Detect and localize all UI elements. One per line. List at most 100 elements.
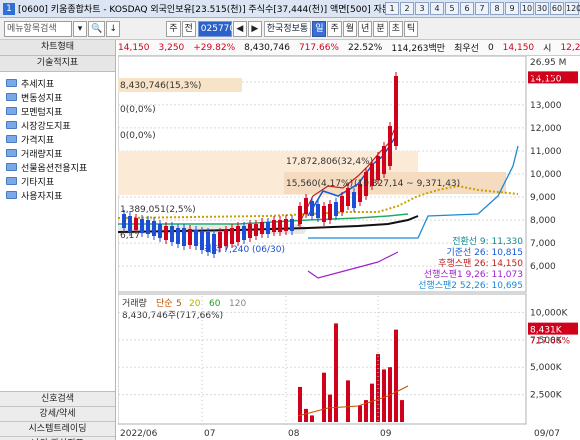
sidebar-bottom-button-0[interactable]: 신호검색	[0, 392, 115, 407]
candle-body	[170, 226, 174, 242]
sidebar-item-label: 거래량지표	[21, 149, 63, 160]
folder-icon	[6, 121, 17, 129]
sidebar-bottom-button-1[interactable]: 강세/약세	[0, 407, 115, 422]
candle-body	[248, 224, 252, 238]
title-bar: 1 [0600] 키움종합차트 - KOSDAQ 외국인보유[23.515(천)…	[0, 0, 580, 18]
price-axis-label: 12,000	[530, 124, 562, 134]
sidebar-item-label: 추세지표	[21, 79, 55, 90]
x-axis-label: 2022/06	[120, 429, 158, 439]
folder-icon	[6, 177, 17, 185]
volume-ma-legend: 20	[189, 299, 201, 309]
sidebar-item-5[interactable]: 거래량지표	[0, 146, 115, 160]
candle-body	[388, 126, 392, 166]
candle-body	[346, 188, 350, 206]
volume-title: 거래량	[122, 297, 147, 309]
chart-type-header[interactable]: 차트형태	[0, 40, 115, 56]
window-button-2[interactable]: 2	[400, 2, 414, 15]
sidebar-item-3[interactable]: 시장강도지표	[0, 118, 115, 132]
price-axis-label: 10,000	[530, 170, 562, 180]
prev-arrow-icon[interactable]: ◀	[232, 20, 247, 37]
candle-body	[340, 196, 344, 212]
sidebar-item-7[interactable]: 기타지표	[0, 174, 115, 188]
price-axis-label: 13,000	[530, 101, 562, 111]
annotation-left-label: 1,389,051(2,5%)	[120, 205, 196, 215]
price-repeat: 14,150	[502, 42, 535, 53]
window-button-8[interactable]: 8	[490, 2, 504, 15]
candle-body	[194, 230, 198, 246]
candle-body	[182, 228, 186, 246]
folder-icon	[6, 191, 17, 199]
next-arrow-icon[interactable]: ▶	[247, 20, 262, 37]
candle-body	[158, 224, 162, 238]
volume-ma-legend: 60	[209, 299, 221, 309]
price-change: 3,250	[158, 42, 185, 53]
menu-search-input[interactable]: 메뉴항목검색	[4, 20, 72, 37]
chart-toolbar: 메뉴항목검색 ▾ 🔍 ↓ 주 전 025770 ◀ ▶ 한국정보통 일주월년분초…	[0, 18, 580, 40]
sidebar-item-8[interactable]: 사용자지표	[0, 188, 115, 202]
window-button-3[interactable]: 3	[415, 2, 429, 15]
open-price: 12,200	[560, 42, 580, 53]
volume-ma-legend: 5	[176, 299, 182, 309]
mode-all-button[interactable]: 전	[181, 20, 196, 37]
period-button-0[interactable]: 일	[312, 20, 327, 37]
candle-body	[278, 220, 282, 232]
sidebar-item-1[interactable]: 변동성지표	[0, 90, 115, 104]
stock-code-input[interactable]: 025770	[197, 20, 235, 37]
candle-body	[146, 220, 150, 234]
window-number-buttons: 1 2 3 4 5 6 7 8 9 10 30 60 120	[385, 2, 580, 15]
window-button-7[interactable]: 7	[475, 2, 489, 15]
window-button-60[interactable]: 60	[550, 2, 564, 15]
window-button-6[interactable]: 6	[460, 2, 474, 15]
sidebar-item-6[interactable]: 선물옵션전용지표	[0, 160, 115, 174]
search-icon[interactable]: 🔍	[88, 20, 106, 37]
technical-indicators-tab[interactable]: 기술적지표	[0, 56, 115, 72]
period-button-5[interactable]: 초	[388, 20, 403, 37]
window-button-10[interactable]: 10	[520, 2, 534, 15]
window-button-1[interactable]: 1	[385, 2, 399, 15]
search-dropdown-icon[interactable]: ▾	[73, 20, 87, 37]
period-button-1[interactable]: 주	[327, 20, 342, 37]
indicator-tree: 추세지표 변동성지표 모멘텀지표 시장강도지표가격지표거래량지표 선물옵션전용지표 기타지…	[0, 72, 115, 392]
candle-body	[334, 202, 338, 216]
window-button-5[interactable]: 5	[445, 2, 459, 15]
candle-body	[272, 220, 276, 232]
candle-body	[284, 219, 288, 231]
period-button-2[interactable]: 월	[342, 20, 358, 37]
candle-body	[164, 226, 168, 240]
download-icon[interactable]: ↓	[106, 20, 121, 37]
folder-icon	[6, 135, 17, 143]
candle-body	[230, 228, 234, 244]
window-button-30[interactable]: 30	[535, 2, 549, 15]
annotation-range-label: (10,327,14 ~ 9,371,43)	[354, 179, 460, 189]
candle-body	[242, 226, 246, 240]
sidebar-bottom-button-2[interactable]: 시스템트레이딩	[0, 422, 115, 437]
candle-body	[322, 206, 326, 222]
volume-bar	[322, 372, 326, 422]
indicator-sidebar: 차트형태 기술적지표 추세지표 변동성지표 모멘텀지표 시장강도지표가격지표거래량지표…	[0, 40, 116, 440]
window-button-9[interactable]: 9	[505, 2, 519, 15]
sidebar-item-2[interactable]: 모멘텀지표	[0, 104, 115, 118]
annotation-mid-label: 17,872,806(32,4%)	[286, 157, 373, 167]
volume-bar	[310, 415, 314, 422]
sidebar-item-4[interactable]: 가격지표	[0, 132, 115, 146]
period-button-6[interactable]: 틱	[403, 20, 419, 37]
sidebar-item-label: 가격지표	[21, 135, 55, 146]
ichimoku-legend-item: 선행스팬1 9,26: 11,073	[424, 268, 523, 280]
ichimoku-legend-item: 전환선 9: 11,330	[452, 235, 523, 247]
period-button-3[interactable]: 년	[358, 20, 373, 37]
price-volume-chart[interactable]: 8,430,746(15,3%) 0(0,0%) 0(0,0%) 17,872,806…	[117, 55, 580, 440]
stock-name-field[interactable]: 한국정보통	[263, 20, 312, 37]
chart-area[interactable]: 8,430,746(15,3%) 0(0,0%) 0(0,0%) 17,872,806…	[117, 55, 580, 440]
period-button-4[interactable]: 분	[373, 20, 388, 37]
window-button-120[interactable]: 120	[565, 2, 580, 15]
sidebar-item-0[interactable]: 추세지표	[0, 76, 115, 90]
mode-stock-button[interactable]: 주	[166, 20, 181, 37]
best-bid-label: 최우선	[454, 44, 479, 54]
volume-bar	[400, 400, 404, 422]
volume-bar	[382, 369, 386, 422]
current-price: 14,150	[118, 42, 150, 53]
window-button-4[interactable]: 4	[430, 2, 444, 15]
folder-icon	[6, 107, 17, 115]
candle-body	[394, 76, 398, 146]
price-axis-top-label: 26.95 M	[530, 58, 566, 68]
